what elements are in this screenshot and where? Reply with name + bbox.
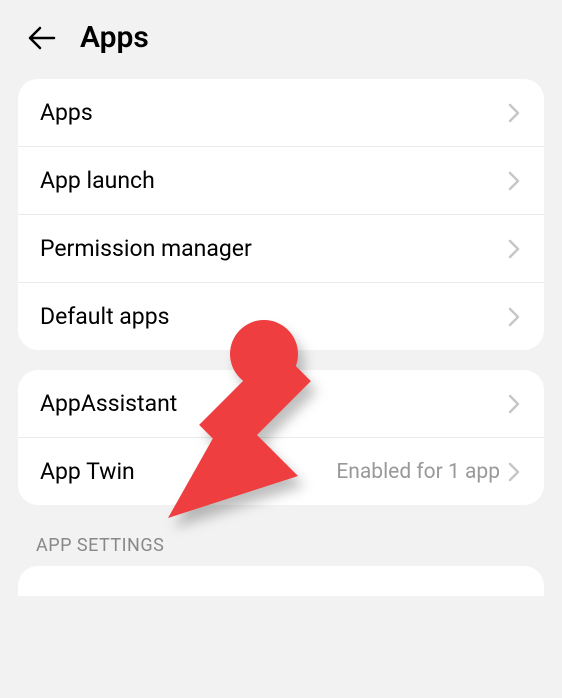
section-header-app-settings: APP SETTINGS xyxy=(0,525,562,566)
back-arrow-icon xyxy=(28,26,56,50)
chevron-right-icon xyxy=(504,171,524,191)
list-item-default-apps[interactable]: Default apps xyxy=(18,283,544,350)
back-button[interactable] xyxy=(28,24,56,52)
item-right: Enabled for 1 app xyxy=(336,460,524,484)
settings-card-3 xyxy=(18,566,544,596)
chevron-right-icon xyxy=(504,462,524,482)
item-label: App launch xyxy=(40,167,155,194)
item-value: Enabled for 1 app xyxy=(336,460,500,484)
chevron-right-icon xyxy=(504,394,524,414)
item-label: Permission manager xyxy=(40,235,252,262)
list-item-app-twin[interactable]: App Twin Enabled for 1 app xyxy=(18,438,544,505)
item-label: AppAssistant xyxy=(40,390,177,417)
chevron-right-icon xyxy=(504,103,524,123)
item-label: App Twin xyxy=(40,458,135,485)
page-title: Apps xyxy=(80,20,149,55)
item-label: Default apps xyxy=(40,303,170,330)
item-right xyxy=(504,239,524,259)
settings-card-2: AppAssistant App Twin Enabled for 1 app xyxy=(18,370,544,505)
list-item-permission-manager[interactable]: Permission manager xyxy=(18,215,544,283)
item-right xyxy=(504,307,524,327)
list-item-app-launch[interactable]: App launch xyxy=(18,147,544,215)
item-label: Apps xyxy=(40,99,93,126)
chevron-right-icon xyxy=(504,307,524,327)
chevron-right-icon xyxy=(504,239,524,259)
item-right xyxy=(504,394,524,414)
item-right xyxy=(504,103,524,123)
list-item-apps[interactable]: Apps xyxy=(18,79,544,147)
list-item-app-assistant[interactable]: AppAssistant xyxy=(18,370,544,438)
settings-card-1: Apps App launch Permission manager Defau… xyxy=(18,79,544,350)
item-right xyxy=(504,171,524,191)
header: Apps xyxy=(0,0,562,79)
